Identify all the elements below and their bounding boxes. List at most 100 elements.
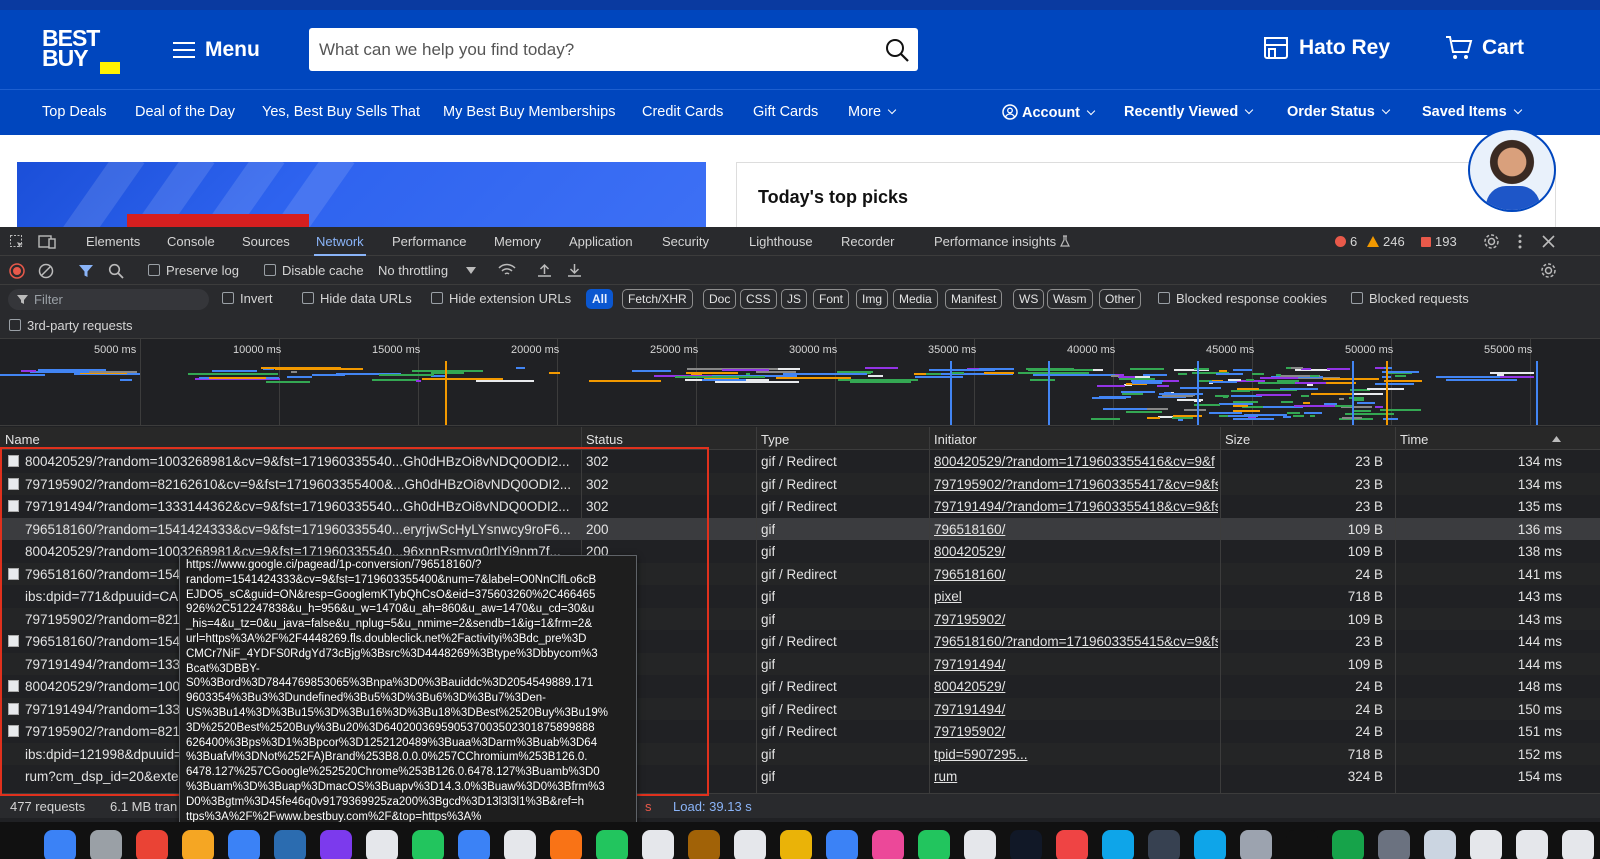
type-filter-wasm[interactable]: Wasm [1047, 289, 1093, 309]
third-party-requests-checkbox[interactable]: 3rd-party requests [9, 318, 133, 333]
network-overview-timeline[interactable]: 5000 ms 10000 ms 15000 ms 20000 ms 25000 ms 3… [0, 339, 1600, 426]
row-initiator[interactable]: tpid=5907295... [934, 747, 1218, 762]
row-initiator[interactable]: 797195902/?random=1719603355417&cv=9&fs [934, 477, 1218, 492]
bestbuy-logo[interactable]: BEST BUY [42, 27, 124, 76]
dock-app-icon[interactable] [1470, 830, 1502, 859]
dock-app-icon[interactable] [136, 830, 168, 859]
settings-gear-icon[interactable] [1483, 233, 1500, 250]
col-type[interactable]: Type [761, 432, 789, 447]
dock-app-icon[interactable] [1056, 830, 1088, 859]
dock-app-icon[interactable] [228, 830, 260, 859]
row-initiator[interactable]: 796518160/?random=1719603355415&cv=9&fs [934, 634, 1218, 649]
throttling-select[interactable]: No throttling [378, 263, 476, 278]
tab-security[interactable]: Security [662, 234, 709, 249]
row-initiator[interactable]: rum [934, 769, 1218, 784]
tab-performance[interactable]: Performance [392, 234, 466, 249]
search-icon[interactable] [108, 263, 124, 279]
row-initiator[interactable]: 797191494/ [934, 702, 1218, 717]
warning-count[interactable]: 246 [1367, 234, 1405, 249]
nav-deal-of-the-day[interactable]: Deal of the Day [135, 104, 235, 120]
dock-app-icon[interactable] [1516, 830, 1548, 859]
row-initiator[interactable]: 796518160/ [934, 522, 1218, 537]
tab-sources[interactable]: Sources [242, 234, 290, 249]
table-row[interactable]: 797191494/?random=1333144362&cv=9&fst=17… [0, 495, 1600, 518]
tab-lighthouse[interactable]: Lighthouse [749, 234, 813, 249]
invert-checkbox[interactable]: Invert [222, 291, 273, 306]
chat-assistant-avatar[interactable] [1468, 128, 1556, 212]
dock-app-icon[interactable] [734, 830, 766, 859]
nav-order-status[interactable]: Order Status [1287, 104, 1391, 120]
row-initiator[interactable]: 800420529/ [934, 679, 1218, 694]
tab-memory[interactable]: Memory [494, 234, 541, 249]
col-time[interactable]: Time [1400, 432, 1428, 447]
tab-performance-insights[interactable]: Performance insights [934, 234, 1070, 249]
close-icon[interactable] [1542, 235, 1555, 248]
cart-button[interactable]: Cart [1444, 34, 1524, 62]
dock-app-icon[interactable] [918, 830, 950, 859]
dock-app-icon[interactable] [274, 830, 306, 859]
import-har-icon[interactable] [537, 263, 552, 278]
col-name[interactable]: Name [5, 432, 40, 447]
col-status[interactable]: Status [586, 432, 623, 447]
dock-app-icon[interactable] [1332, 830, 1364, 859]
dock-app-icon[interactable] [1010, 830, 1042, 859]
error-count[interactable]: 6 [1335, 234, 1357, 249]
dock-app-icon[interactable] [780, 830, 812, 859]
row-name[interactable]: 797195902/?random=82162610&cv=9&fst=1719… [8, 477, 578, 492]
type-filter-other[interactable]: Other [1099, 289, 1142, 309]
nav-recently-viewed[interactable]: Recently Viewed [1124, 104, 1254, 120]
row-name[interactable]: 797191494/?random=1333144362&cv=9&fst=17… [8, 499, 578, 514]
type-filter-font[interactable]: Font [813, 289, 850, 309]
hide-extension-urls-checkbox[interactable]: Hide extension URLs [431, 291, 571, 306]
tab-console[interactable]: Console [167, 234, 215, 249]
col-initiator[interactable]: Initiator [934, 432, 977, 447]
dock-app-icon[interactable] [90, 830, 122, 859]
table-row[interactable]: 796518160/?random=1541424333&cv=9&fst=17… [0, 517, 1600, 540]
export-har-icon[interactable] [567, 263, 582, 278]
nav-more[interactable]: More [848, 104, 897, 120]
row-initiator[interactable]: 796518160/ [934, 567, 1218, 582]
filter-funnel-icon[interactable] [78, 263, 94, 279]
row-name[interactable]: 800420529/?random=1003268981&cv=9&fst=17… [8, 454, 578, 469]
row-initiator[interactable]: 800420529/ [934, 544, 1218, 559]
blocked-requests-checkbox[interactable]: Blocked requests [1351, 291, 1469, 306]
type-filter-fetch-xhr[interactable]: Fetch/XHR [622, 289, 693, 309]
dock-app-icon[interactable] [1424, 830, 1456, 859]
dock-app-icon[interactable] [1240, 830, 1272, 859]
dock-app-icon[interactable] [44, 830, 76, 859]
nav-credit-cards[interactable]: Credit Cards [642, 104, 723, 120]
dock-app-icon[interactable] [1378, 830, 1410, 859]
dock-app-icon[interactable] [550, 830, 582, 859]
dock-app-icon[interactable] [1194, 830, 1226, 859]
record-stop-icon[interactable] [9, 263, 25, 279]
clear-icon[interactable] [38, 263, 54, 279]
row-initiator[interactable]: pixel [934, 589, 1218, 604]
network-conditions-icon[interactable] [497, 263, 517, 278]
type-filter-ws[interactable]: WS [1013, 289, 1045, 309]
dock-app-icon[interactable] [412, 830, 444, 859]
dock-app-icon[interactable] [1286, 830, 1318, 859]
type-filter-media[interactable]: Media [893, 289, 938, 309]
nav-memberships[interactable]: My Best Buy Memberships [443, 104, 615, 120]
row-initiator[interactable]: 797195902/ [934, 724, 1218, 739]
nav-top-deals[interactable]: Top Deals [42, 104, 106, 120]
dock-app-icon[interactable] [964, 830, 996, 859]
dock-app-icon[interactable] [1102, 830, 1134, 859]
network-settings-gear-icon[interactable] [1540, 262, 1557, 279]
row-name[interactable]: 796518160/?random=1541424333&cv=9&fst=17… [8, 522, 578, 537]
hide-data-urls-checkbox[interactable]: Hide data URLs [302, 291, 412, 306]
dock-app-icon[interactable] [826, 830, 858, 859]
dock-app-icon[interactable] [458, 830, 490, 859]
row-initiator[interactable]: 797191494/?random=1719603355418&cv=9&fs [934, 499, 1218, 514]
dock-app-icon[interactable] [642, 830, 674, 859]
dock-app-icon[interactable] [1148, 830, 1180, 859]
more-options-icon[interactable] [1516, 233, 1524, 250]
hero-banner[interactable] [17, 162, 706, 228]
store-selector[interactable]: Hato Rey [1262, 34, 1390, 62]
dock-app-icon[interactable] [366, 830, 398, 859]
type-filter-css[interactable]: CSS [740, 289, 777, 309]
nav-account[interactable]: Account [1002, 104, 1096, 121]
issues-count[interactable]: 193 [1421, 234, 1457, 249]
dock-app-icon[interactable] [688, 830, 720, 859]
inspect-element-icon[interactable] [9, 234, 25, 250]
